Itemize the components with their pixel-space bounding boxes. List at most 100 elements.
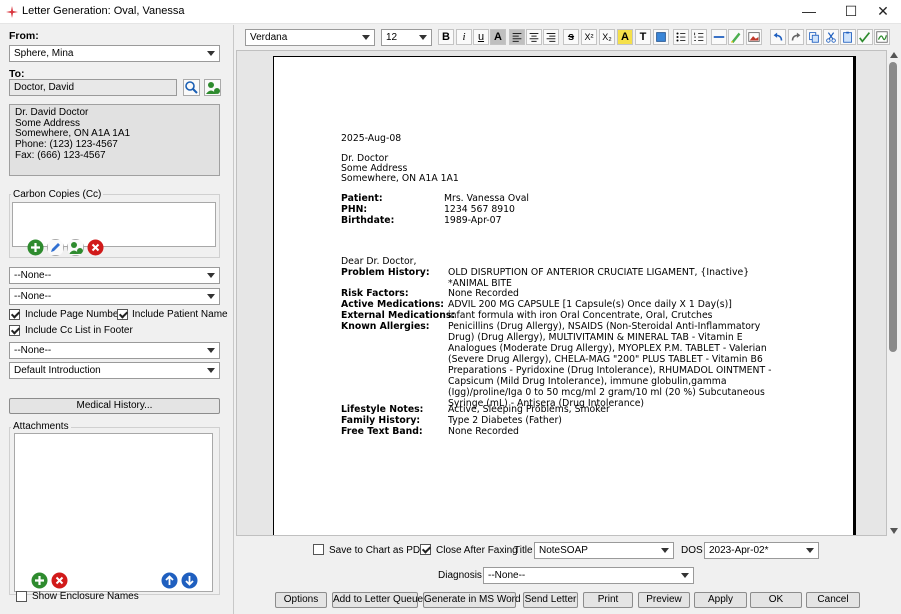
to-input[interactable]: Doctor, David [9,79,177,96]
lifestyle-notes-value: Active, Sleeping Problems, Smoker [448,404,610,415]
include-cc-footer-label: Include Cc List in Footer [25,325,133,336]
include-patient-name-checkbox[interactable] [117,309,128,320]
diagnosis-value: --None-- [488,570,526,581]
move-up-icon[interactable] [161,572,178,589]
undo-icon[interactable] [770,29,786,45]
dos-select[interactable]: 2023-Apr-02* [704,542,819,559]
letter-date: 2025-Aug-08 [341,133,402,144]
font-size-select[interactable]: 12 [381,29,432,46]
bullet-list-icon[interactable] [673,29,689,45]
recipient-address: Dr. David Doctor Some Address Somewhere,… [9,104,220,176]
cut-icon[interactable] [823,29,839,45]
align-center-icon[interactable] [526,29,542,45]
font-select[interactable]: Verdana [245,29,375,46]
vertical-scrollbar[interactable] [887,50,901,536]
maximize-button[interactable]: ☐ [834,0,868,24]
letter-page[interactable]: 2025-Aug-08 Dr. Doctor Some Address Some… [273,56,856,535]
active-medications-value: ADVIL 200 MG CAPSULE [1 Capsule(s) Once … [448,299,732,310]
chevron-down-icon [806,548,814,553]
chevron-down-icon [681,573,689,578]
spellcheck-icon[interactable] [857,29,873,45]
move-down-icon[interactable] [181,572,198,589]
save-pdf-checkbox[interactable] [313,544,324,555]
cancel-button[interactable]: Cancel [806,592,860,608]
save-pdf-label: Save to Chart as PDF [329,545,427,556]
from-select[interactable]: Sphere, Mina [9,45,220,62]
title-value: NoteSOAP [539,545,588,556]
patient-value: Mrs. Vanessa Oval [444,193,529,204]
highlight-button[interactable]: A [617,29,633,45]
redo-icon[interactable] [788,29,804,45]
include-cc-footer-checkbox[interactable] [9,325,20,336]
numbered-list-icon[interactable] [691,29,707,45]
cc-label: Carbon Copies (Cc) [11,189,104,200]
strikethrough-button[interactable]: s [563,29,579,45]
medical-history-button[interactable]: Medical History... [9,398,220,414]
diagnosis-label: Diagnosis [438,570,482,581]
show-enclosure-label: Show Enclosure Names [32,591,139,602]
active-medications-label: Active Medications: [341,299,445,310]
editor-area[interactable]: 2025-Aug-08 Dr. Doctor Some Address Some… [236,50,887,536]
scroll-thumb[interactable] [889,62,897,352]
underline-button[interactable]: u [473,29,489,45]
add-contact-icon[interactable] [204,79,221,96]
diagnosis-select[interactable]: --None-- [483,567,694,584]
cc-list[interactable] [12,202,216,247]
image-icon[interactable] [746,29,762,45]
select-none-3[interactable]: --None-- [9,342,220,359]
close-window-button[interactable]: ✕ [866,0,900,24]
scroll-down-icon[interactable] [890,528,898,534]
chevron-down-icon [207,348,215,353]
risk-factors-label: Risk Factors: [341,288,409,299]
send-letter-button[interactable]: Send Letter [523,592,578,608]
include-page-number-checkbox[interactable] [9,309,20,320]
pen-icon[interactable] [728,29,744,45]
phn-label: PHN: [341,204,368,215]
italic-button[interactable]: i [456,29,472,45]
copy-icon[interactable] [806,29,822,45]
remove-icon[interactable] [87,239,104,256]
subscript-button[interactable]: X₂ [599,29,615,45]
add-to-letter-queue-button[interactable]: Add to Letter Queue [332,592,423,608]
problem-history-value: OLD DISRUPTION OF ANTERIOR CRUCIATE LIGA… [448,267,750,289]
scroll-up-icon[interactable] [890,52,898,58]
edit-icon[interactable] [47,239,64,256]
font-size-value: 12 [386,32,398,43]
chevron-down-icon [207,273,215,278]
title-select[interactable]: NoteSOAP [534,542,674,559]
align-left-icon[interactable] [509,29,525,45]
ok-button[interactable]: OK [750,592,802,608]
apply-button[interactable]: Apply [694,592,747,608]
paste-icon[interactable] [840,29,856,45]
external-medications-value: infant formula with iron Oral Concentrat… [448,310,713,321]
superscript-button[interactable]: X² [581,29,597,45]
title-label: Title [514,545,533,556]
select-value: --None-- [14,345,52,356]
print-button[interactable]: Print [583,592,633,608]
add-icon[interactable] [31,572,48,589]
font-color-button[interactable]: A [490,29,506,45]
add-contact-icon[interactable] [67,239,84,256]
close-fax-checkbox[interactable] [420,544,431,555]
format-toolbar: Verdana 12 B i u A s X² X₂ A T [236,25,901,49]
search-icon[interactable] [183,79,200,96]
horizontal-line-icon[interactable] [711,29,727,45]
introduction-select[interactable]: Default Introduction [9,362,220,379]
signature-icon[interactable] [874,29,890,45]
bold-button[interactable]: B [438,29,454,45]
preview-button[interactable]: Preview [638,592,690,608]
align-right-icon[interactable] [543,29,559,45]
minimize-button[interactable]: — [792,0,826,24]
add-icon[interactable] [27,239,44,256]
textbox-button[interactable]: T [635,29,651,45]
problem-history-label: Problem History: [341,267,430,278]
select-value: --None-- [14,291,52,302]
border-icon[interactable] [653,29,669,45]
select-none-1[interactable]: --None-- [9,267,220,284]
generate-ms-word-button[interactable]: Generate in MS Word [423,592,521,608]
attachments-list[interactable] [14,433,213,592]
select-none-2[interactable]: --None-- [9,288,220,305]
options-button[interactable]: Options [275,592,327,608]
remove-icon[interactable] [51,572,68,589]
show-enclosure-checkbox[interactable] [16,591,27,602]
